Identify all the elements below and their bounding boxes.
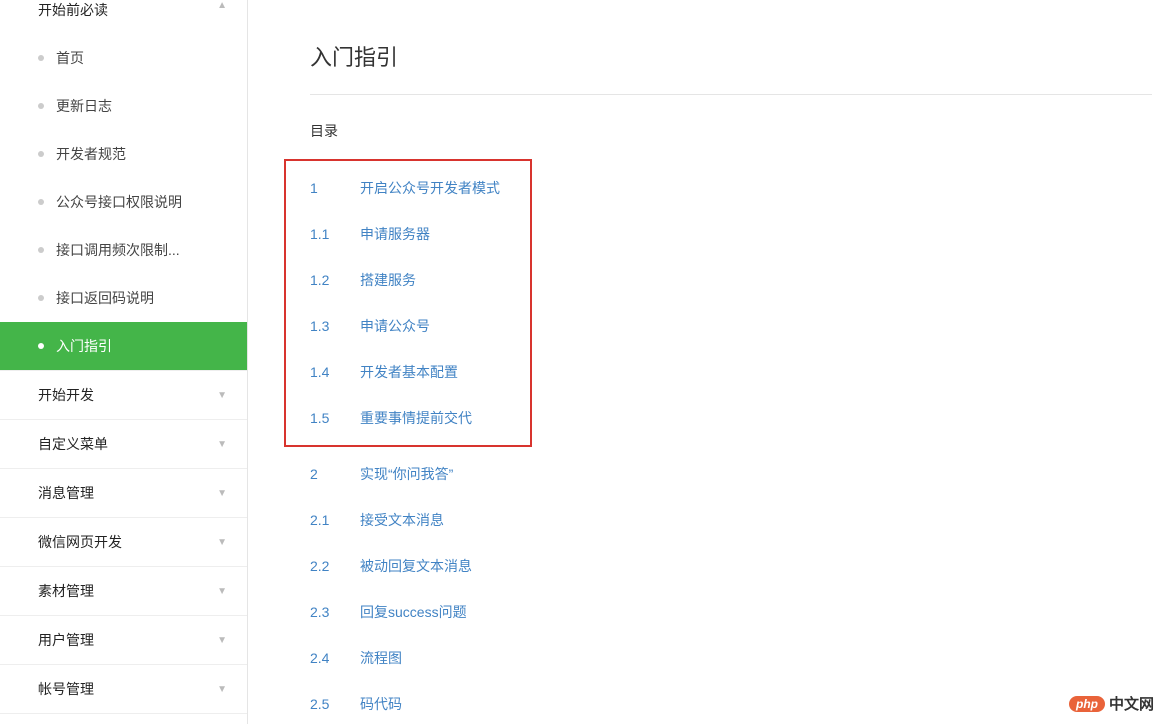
toc-item-2[interactable]: 1.2搭建服务 xyxy=(310,257,530,303)
sidebar-section-header-4[interactable]: 微信网页开发 ▼ xyxy=(0,518,247,566)
sidebar-item-4[interactable]: 接口调用频次限制... xyxy=(0,226,247,274)
sidebar-item-label: 入门指引 xyxy=(56,336,112,356)
sidebar-item-2[interactable]: 开发者规范 xyxy=(0,130,247,178)
toc-link[interactable]: 重要事情提前交代 xyxy=(360,408,472,428)
toc-item-11[interactable]: 2.5码代码 xyxy=(310,681,1152,724)
php-badge-icon: php xyxy=(1069,696,1105,712)
toc-number: 2.2 xyxy=(310,558,360,574)
toc-item-4[interactable]: 1.4开发者基本配置 xyxy=(310,349,530,395)
bullet-icon xyxy=(38,55,44,61)
bullet-icon xyxy=(38,103,44,109)
toc-link[interactable]: 搭建服务 xyxy=(360,270,416,290)
sidebar-item-1[interactable]: 更新日志 xyxy=(0,82,247,130)
toc-number: 1.3 xyxy=(310,318,360,334)
chevron-down-icon: ▼ xyxy=(217,537,227,548)
page-title: 入门指引 xyxy=(310,40,1152,95)
sidebar: 开始前必读 ▲ 首页更新日志开发者规范公众号接口权限说明接口调用频次限制... 接… xyxy=(0,0,248,724)
toc-number: 2.4 xyxy=(310,650,360,666)
toc-number: 1.4 xyxy=(310,364,360,380)
sidebar-item-0[interactable]: 首页 xyxy=(0,34,247,82)
toc: 1开启公众号开发者模式1.1申请服务器1.2搭建服务1.3申请公众号1.4开发者… xyxy=(310,159,1152,724)
toc-link[interactable]: 码代码 xyxy=(360,694,402,714)
toc-link[interactable]: 申请服务器 xyxy=(360,224,430,244)
sidebar-section-6: 用户管理 ▼ xyxy=(0,616,247,665)
toc-number: 2.5 xyxy=(310,696,360,712)
toc-link[interactable]: 流程图 xyxy=(360,648,402,668)
bullet-icon xyxy=(38,151,44,157)
chevron-down-icon: ▼ xyxy=(217,439,227,450)
toc-number: 2.1 xyxy=(310,512,360,528)
watermark: php 中文网 xyxy=(1069,693,1154,714)
toc-number: 1.1 xyxy=(310,226,360,242)
sidebar-section-header-2[interactable]: 自定义菜单 ▼ xyxy=(0,420,247,468)
sidebar-section-1: 开始开发 ▼ xyxy=(0,371,247,420)
sidebar-section-header-0[interactable]: 开始前必读 ▲ xyxy=(0,0,247,34)
sidebar-item-6[interactable]: 入门指引 xyxy=(0,322,247,370)
toc-number: 2 xyxy=(310,466,360,482)
sidebar-section-label: 素材管理 xyxy=(38,581,94,601)
toc-item-5[interactable]: 1.5重要事情提前交代 xyxy=(310,395,530,441)
sidebar-section-header-1[interactable]: 开始开发 ▼ xyxy=(0,371,247,419)
toc-item-8[interactable]: 2.2被动回复文本消息 xyxy=(310,543,1152,589)
bullet-icon xyxy=(38,247,44,253)
sidebar-section-label: 帐号管理 xyxy=(38,679,94,699)
toc-number: 1.5 xyxy=(310,410,360,426)
chevron-down-icon: ▼ xyxy=(217,684,227,695)
toc-number: 1.2 xyxy=(310,272,360,288)
sidebar-section-3: 消息管理 ▼ xyxy=(0,469,247,518)
sidebar-subitems: 首页更新日志开发者规范公众号接口权限说明接口调用频次限制... 接口返回码说明入门… xyxy=(0,34,247,370)
sidebar-item-label: 接口调用频次限制... xyxy=(56,240,180,260)
sidebar-section-label: 开始前必读 xyxy=(38,0,108,20)
sidebar-item-label: 公众号接口权限说明 xyxy=(56,192,182,212)
toc-highlight-box: 1开启公众号开发者模式1.1申请服务器1.2搭建服务1.3申请公众号1.4开发者… xyxy=(284,159,532,447)
sidebar-item-label: 首页 xyxy=(56,48,84,68)
sidebar-section-header-7[interactable]: 帐号管理 ▼ xyxy=(0,665,247,713)
toc-link[interactable]: 回复success问题 xyxy=(360,602,467,622)
sidebar-section-4: 微信网页开发 ▼ xyxy=(0,518,247,567)
chevron-down-icon: ▼ xyxy=(217,586,227,597)
watermark-text: 中文网 xyxy=(1109,693,1154,714)
sidebar-section-0: 开始前必读 ▲ 首页更新日志开发者规范公众号接口权限说明接口调用频次限制... 接… xyxy=(0,0,247,371)
sidebar-section-header-6[interactable]: 用户管理 ▼ xyxy=(0,616,247,664)
toc-link[interactable]: 接受文本消息 xyxy=(360,510,444,530)
toc-item-1[interactable]: 1.1申请服务器 xyxy=(310,211,530,257)
toc-link[interactable]: 申请公众号 xyxy=(360,316,430,336)
bullet-icon xyxy=(38,295,44,301)
sidebar-section-label: 自定义菜单 xyxy=(38,434,108,454)
chevron-down-icon: ▼ xyxy=(217,635,227,646)
toc-item-7[interactable]: 2.1接受文本消息 xyxy=(310,497,1152,543)
main-content: 入门指引 目录 1开启公众号开发者模式1.1申请服务器1.2搭建服务1.3申请公… xyxy=(248,0,1172,724)
chevron-up-icon: ▲ xyxy=(217,0,227,11)
sidebar-section-5: 素材管理 ▼ xyxy=(0,567,247,616)
sidebar-section-2: 自定义菜单 ▼ xyxy=(0,420,247,469)
toc-link[interactable]: 实现“你问我答” xyxy=(360,464,453,484)
sidebar-section-7: 帐号管理 ▼ xyxy=(0,665,247,714)
sidebar-section-header-5[interactable]: 素材管理 ▼ xyxy=(0,567,247,615)
sidebar-item-label: 接口返回码说明 xyxy=(56,288,154,308)
sidebar-item-label: 更新日志 xyxy=(56,96,112,116)
sidebar-section-label: 微信网页开发 xyxy=(38,532,122,552)
toc-label: 目录 xyxy=(310,121,1152,141)
chevron-down-icon: ▼ xyxy=(217,390,227,401)
toc-link[interactable]: 被动回复文本消息 xyxy=(360,556,472,576)
toc-item-0[interactable]: 1开启公众号开发者模式 xyxy=(310,165,530,211)
sidebar-item-label: 开发者规范 xyxy=(56,144,126,164)
bullet-icon xyxy=(38,199,44,205)
toc-number: 1 xyxy=(310,180,360,196)
toc-link[interactable]: 开发者基本配置 xyxy=(360,362,458,382)
sidebar-item-5[interactable]: 接口返回码说明 xyxy=(0,274,247,322)
sidebar-section-header-3[interactable]: 消息管理 ▼ xyxy=(0,469,247,517)
sidebar-section-label: 开始开发 xyxy=(38,385,94,405)
toc-number: 2.3 xyxy=(310,604,360,620)
chevron-down-icon: ▼ xyxy=(217,488,227,499)
sidebar-item-3[interactable]: 公众号接口权限说明 xyxy=(0,178,247,226)
sidebar-section-label: 用户管理 xyxy=(38,630,94,650)
bullet-icon xyxy=(38,343,44,349)
toc-item-6[interactable]: 2实现“你问我答” xyxy=(310,451,1152,497)
toc-item-10[interactable]: 2.4流程图 xyxy=(310,635,1152,681)
toc-item-9[interactable]: 2.3回复success问题 xyxy=(310,589,1152,635)
toc-link[interactable]: 开启公众号开发者模式 xyxy=(360,178,500,198)
toc-item-3[interactable]: 1.3申请公众号 xyxy=(310,303,530,349)
sidebar-section-label: 消息管理 xyxy=(38,483,94,503)
